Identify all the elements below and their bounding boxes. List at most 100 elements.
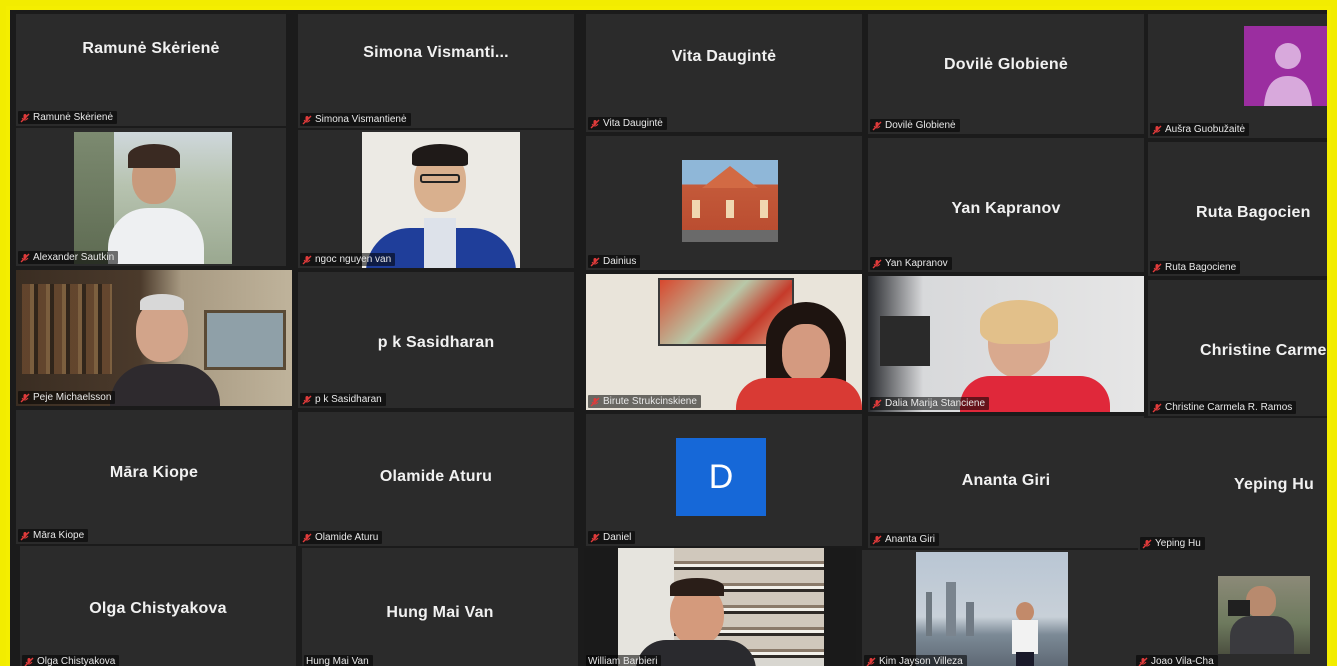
participant-label-text: Aušra Guobužaitė xyxy=(1165,124,1246,135)
participant-tile[interactable]: Joao Vila-Cha xyxy=(1134,552,1327,666)
participant-tile[interactable]: Dovilė Globienė Dovilė Globienė xyxy=(868,14,1144,134)
participant-name-label: Peje Michaelsson xyxy=(18,391,116,404)
participant-video xyxy=(682,160,778,242)
participant-name-label: ngoc nguyen van xyxy=(300,253,396,266)
participant-label-text: Daniel xyxy=(603,532,632,543)
muted-mic-icon xyxy=(302,395,312,404)
participant-video xyxy=(618,548,824,666)
participant-tile[interactable]: Dalia Marija Stanciene xyxy=(868,276,1144,412)
participant-name-label: p k Sasidharan xyxy=(300,393,386,406)
participant-label-text: Dalia Marija Stanciene xyxy=(885,398,986,409)
participant-name-label: Māra Kiope xyxy=(18,529,89,542)
participant-name-label: Dainius xyxy=(588,255,641,268)
participant-label-text: William Barbieri xyxy=(588,656,658,666)
participant-name-label: Yan Kapranov xyxy=(870,257,952,270)
muted-mic-icon xyxy=(302,533,312,542)
participant-label-text: Dovilė Globienė xyxy=(885,120,956,131)
participant-initial-avatar: D xyxy=(676,438,766,516)
participant-display-name: Ramunė Skėrienė xyxy=(82,40,220,57)
participant-label-text: Ananta Giri xyxy=(885,534,936,545)
participant-tile[interactable]: D Daniel xyxy=(586,414,862,546)
participant-name-label: Alexander Sautkin xyxy=(18,251,119,264)
participant-video xyxy=(1218,576,1310,654)
participant-tile[interactable]: Yeping Hu Yeping Hu xyxy=(1138,418,1327,552)
participant-tile[interactable]: Peje Michaelsson xyxy=(16,270,292,406)
participant-tile[interactable]: Olamide Aturu Olamide Aturu xyxy=(298,412,574,546)
participant-tile[interactable]: Ruta Bagocien Ruta Bagociene xyxy=(1148,142,1327,276)
participant-display-name: Olamide Aturu xyxy=(379,468,493,485)
participant-name-label: Vita Daugintė xyxy=(588,117,667,130)
participant-tile[interactable]: Birute Strukcinskiene xyxy=(586,274,862,410)
participant-label-text: Ramunė Skėrienė xyxy=(33,112,114,123)
muted-mic-icon xyxy=(1152,403,1162,412)
participant-name-label: Ananta Giri xyxy=(870,533,940,546)
participant-tile[interactable]: Dainius xyxy=(586,136,862,270)
participant-tile[interactable]: Olga Chistyakova Olga Chistyakova xyxy=(20,546,296,666)
participant-name-label: Olga Chistyakova xyxy=(22,655,120,666)
muted-mic-icon xyxy=(872,259,882,268)
participant-label-text: Hung Mai Van xyxy=(306,656,369,666)
participant-display-name: Ruta Bagocien xyxy=(1196,204,1311,221)
muted-mic-icon xyxy=(20,113,30,122)
muted-mic-icon xyxy=(590,533,600,542)
muted-mic-icon xyxy=(872,121,882,130)
participant-label-text: Dainius xyxy=(603,256,637,267)
participant-name-label: Ruta Bagociene xyxy=(1150,261,1241,274)
muted-mic-icon xyxy=(1138,657,1148,666)
participant-tile[interactable]: Kim Jayson Villeza xyxy=(862,550,1138,666)
participant-video xyxy=(916,552,1068,666)
participant-tile[interactable]: p k Sasidharan p k Sasidharan xyxy=(298,272,574,408)
participant-display-name: Ananta Giri xyxy=(961,472,1051,489)
participant-label-text: Ruta Bagociene xyxy=(1165,262,1237,273)
participant-label-text: p k Sasidharan xyxy=(315,394,382,405)
muted-mic-icon xyxy=(872,399,882,408)
participant-tile[interactable]: Vita Daugintė Vita Daugintė xyxy=(586,14,862,132)
participant-name-label: Birute Strukcinskiene xyxy=(588,395,701,408)
avatar xyxy=(1244,26,1327,106)
zoom-gallery-view: Ramunė Skėrienė Ramunė Skėrienė Simona V… xyxy=(6,6,1331,666)
participant-label-text: Joao Vila-Cha xyxy=(1151,656,1214,666)
participant-display-name: Vita Daugintė xyxy=(671,48,777,65)
participant-label-text: Simona Vismantienė xyxy=(315,114,407,125)
participant-tile[interactable]: ngoc nguyen van xyxy=(298,130,574,268)
participant-name-label: Daniel xyxy=(588,531,636,544)
participant-display-name: Dovilė Globienė xyxy=(944,56,1068,73)
participant-video xyxy=(16,270,292,406)
participant-label-text: Olamide Aturu xyxy=(315,532,379,543)
participant-tile[interactable]: Hung Mai Van Hung Mai Van xyxy=(302,548,578,666)
participant-video xyxy=(74,132,232,264)
participant-display-name: p k Sasidharan xyxy=(377,334,495,351)
participant-display-name: Simona Vismanti... xyxy=(363,44,509,61)
participant-name-label: Ramunė Skėrienė xyxy=(18,111,118,124)
participant-label-text: Birute Strukcinskiene xyxy=(603,396,697,407)
participant-tile[interactable]: Alexander Sautkin xyxy=(16,128,286,266)
participant-label-text: Christine Carmela R. Ramos xyxy=(1165,402,1293,413)
participant-name-label: Kim Jayson Villeza xyxy=(864,655,967,666)
participant-tile[interactable]: Christine Carme Christine Carmela R. Ram… xyxy=(1148,280,1327,416)
participant-display-name: Yeping Hu xyxy=(1234,476,1315,493)
participant-name-label: Dovilė Globienė xyxy=(870,119,960,132)
muted-mic-icon xyxy=(590,257,600,266)
participant-label-text: ngoc nguyen van xyxy=(315,254,392,265)
muted-mic-icon xyxy=(872,535,882,544)
participant-tile[interactable]: Māra Kiope Māra Kiope xyxy=(16,410,292,544)
muted-mic-icon xyxy=(1142,539,1152,548)
participant-name-label: Dalia Marija Stanciene xyxy=(870,397,990,410)
participant-tile[interactable]: Ananta Giri Ananta Giri xyxy=(868,416,1144,548)
participant-tile[interactable]: Ramunė Skėrienė Ramunė Skėrienė xyxy=(16,14,286,126)
participant-display-name: Christine Carme xyxy=(1200,342,1327,359)
muted-mic-icon xyxy=(302,115,312,124)
participant-video xyxy=(362,132,520,268)
muted-mic-icon xyxy=(590,119,600,128)
participant-name-label: Simona Vismantienė xyxy=(300,113,411,126)
participant-label-text: Peje Michaelsson xyxy=(33,392,112,403)
participant-tile[interactable]: Aušra Guobužaitė xyxy=(1148,14,1327,138)
participant-tile[interactable]: William Barbieri xyxy=(584,548,856,666)
muted-mic-icon xyxy=(24,657,34,666)
participant-label-text: Kim Jayson Villeza xyxy=(879,656,963,666)
participant-tile[interactable]: Simona Vismanti... Simona Vismantienė xyxy=(298,14,574,128)
participant-display-name: Hung Mai Van xyxy=(386,604,494,621)
participant-label-text: Vita Daugintė xyxy=(603,118,663,129)
participant-label-text: Yan Kapranov xyxy=(885,258,948,269)
participant-tile[interactable]: Yan Kapranov Yan Kapranov xyxy=(868,138,1144,272)
